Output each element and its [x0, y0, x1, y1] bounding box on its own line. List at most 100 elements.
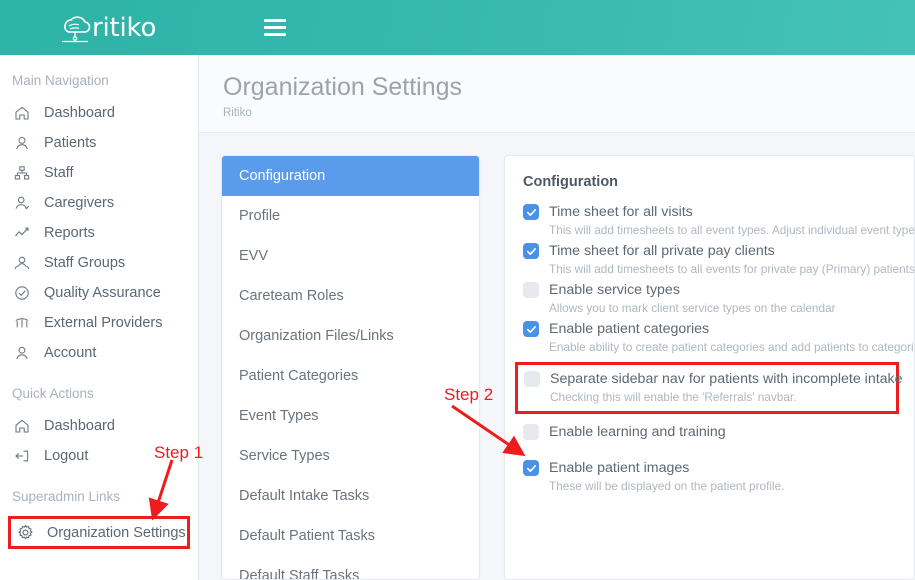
- config-label: Enable patient categories: [549, 321, 709, 337]
- checkbox-time-sheet-all-visits[interactable]: [523, 204, 539, 220]
- checkbox-time-sheet-private-pay[interactable]: [523, 243, 539, 259]
- sidebar-item-account[interactable]: Account: [0, 338, 198, 368]
- config-label: Enable service types: [549, 282, 680, 298]
- menu-item-label: Configuration: [239, 168, 325, 184]
- configuration-panel-title: Configuration: [523, 174, 914, 190]
- sidebar-item-label: Organization Settings: [47, 525, 186, 541]
- sidebar-item-caregivers[interactable]: Caregivers: [0, 188, 198, 218]
- config-label: Separate sidebar nav for patients with i…: [550, 371, 903, 387]
- sidebar-item-label: Dashboard: [44, 105, 115, 121]
- config-row-separate-sidebar-nav: Separate sidebar nav for patients with i…: [515, 362, 899, 414]
- menu-item-label: Organization Files/Links: [239, 328, 394, 344]
- brand-name: ritiko: [92, 13, 156, 43]
- config-label: Enable patient images: [549, 460, 689, 476]
- config-row-enable-learning-training: Enable learning and training: [523, 424, 914, 440]
- config-row-time-sheet-private-pay: Time sheet for all private pay clients T…: [523, 243, 914, 276]
- hamburger-icon[interactable]: [264, 19, 286, 36]
- sidebar-item-label: Staff Groups: [44, 255, 125, 271]
- menu-item-label: Service Types: [239, 448, 330, 464]
- settings-menu-item-evv[interactable]: EVV: [222, 236, 479, 276]
- config-label: Time sheet for all private pay clients: [549, 243, 775, 259]
- checkbox-enable-patient-categories[interactable]: [523, 321, 539, 337]
- home-icon: [14, 418, 40, 434]
- config-description: These will be displayed on the patient p…: [549, 479, 914, 493]
- gear-icon: [17, 524, 43, 541]
- settings-menu-item-default-intake-tasks[interactable]: Default Intake Tasks: [222, 476, 479, 516]
- page-title: Organization Settings: [223, 73, 915, 102]
- settings-menu-item-patient-categories[interactable]: Patient Categories: [222, 356, 479, 396]
- sidebar-item-label: Patients: [44, 135, 96, 151]
- sidebar-section-title-quick: Quick Actions: [0, 368, 198, 411]
- sidebar-item-external-providers[interactable]: External Providers: [0, 308, 198, 338]
- menu-item-label: Profile: [239, 208, 280, 224]
- home-icon: [14, 105, 40, 121]
- settings-menu-item-configuration[interactable]: Configuration: [222, 156, 479, 196]
- sidebar-item-label: Quality Assurance: [44, 285, 161, 301]
- menu-item-label: Careteam Roles: [239, 288, 344, 304]
- sidebar-item-label: Reports: [44, 225, 95, 241]
- menu-item-label: Event Types: [239, 408, 319, 424]
- user-check-icon: [14, 195, 40, 211]
- settings-menu-panel: Configuration Profile EVV Careteam Roles…: [221, 155, 480, 580]
- config-description: This will add timesheets to all event ty…: [549, 223, 914, 237]
- sidebar-item-patients[interactable]: Patients: [0, 128, 198, 158]
- users-group-icon: [14, 255, 40, 271]
- sidebar-item-staff-groups[interactable]: Staff Groups: [0, 248, 198, 278]
- config-description: Enable ability to create patient categor…: [549, 340, 914, 354]
- sidebar-item-reports[interactable]: Reports: [0, 218, 198, 248]
- network-icon: [14, 315, 40, 331]
- org-chart-icon: [14, 165, 40, 181]
- config-description: Allows you to mark client service types …: [549, 301, 914, 315]
- menu-item-label: EVV: [239, 248, 268, 264]
- line-chart-icon: [14, 225, 40, 241]
- config-label: Time sheet for all visits: [549, 204, 693, 220]
- checkbox-enable-service-types[interactable]: [523, 282, 539, 298]
- sidebar-section-title-main: Main Navigation: [0, 55, 198, 98]
- sidebar-item-quality-assurance[interactable]: Quality Assurance: [0, 278, 198, 308]
- checkbox-separate-sidebar-nav[interactable]: [524, 371, 540, 387]
- top-bar: ritiko: [0, 0, 915, 55]
- menu-item-label: Default Intake Tasks: [239, 488, 369, 504]
- cloud-icon: [58, 12, 92, 44]
- menu-item-label: Default Staff Tasks: [239, 568, 359, 580]
- sidebar-item-staff[interactable]: Staff: [0, 158, 198, 188]
- settings-menu-item-service-types[interactable]: Service Types: [222, 436, 479, 476]
- configuration-panel: Configuration Time sheet for all visits …: [504, 155, 915, 580]
- menu-item-label: Default Patient Tasks: [239, 528, 375, 544]
- sidebar-item-logout[interactable]: Logout: [0, 441, 198, 471]
- sidebar-item-quick-dashboard[interactable]: Dashboard: [0, 411, 198, 441]
- checkbox-enable-learning-training[interactable]: [523, 424, 539, 440]
- config-row-enable-patient-categories: Enable patient categories Enable ability…: [523, 321, 914, 354]
- sidebar-item-label: Caregivers: [44, 195, 114, 211]
- config-description: This will add timesheets to all events f…: [549, 262, 914, 276]
- sidebar-item-organization-settings[interactable]: Organization Settings: [8, 516, 190, 549]
- sidebar-item-dashboard[interactable]: Dashboard: [0, 98, 198, 128]
- config-row-enable-service-types: Enable service types Allows you to mark …: [523, 282, 914, 315]
- sidebar-item-label: Logout: [44, 448, 88, 464]
- main-content: Configuration Profile EVV Careteam Roles…: [199, 133, 915, 580]
- page-header: Organization Settings Ritiko: [199, 55, 915, 133]
- config-row-time-sheet-all-visits: Time sheet for all visits This will add …: [523, 204, 914, 237]
- menu-item-label: Patient Categories: [239, 368, 358, 384]
- page-subtitle: Ritiko: [223, 107, 915, 119]
- settings-menu-item-profile[interactable]: Profile: [222, 196, 479, 236]
- app-root: ritiko Main Navigation Dashboard Patient…: [0, 0, 915, 580]
- sidebar-section-title-superadmin: Superadmin Links: [0, 471, 198, 514]
- sidebar-item-label: External Providers: [44, 315, 162, 331]
- logout-icon: [14, 448, 40, 464]
- settings-menu-item-default-staff-tasks[interactable]: Default Staff Tasks: [222, 556, 479, 580]
- sidebar: Main Navigation Dashboard Patients Staff…: [0, 55, 199, 580]
- settings-menu-item-default-patient-tasks[interactable]: Default Patient Tasks: [222, 516, 479, 556]
- settings-menu-item-organization-files-links[interactable]: Organization Files/Links: [222, 316, 479, 356]
- user-circle-icon: [14, 135, 40, 151]
- checkbox-enable-patient-images[interactable]: [523, 460, 539, 476]
- config-row-enable-patient-images: Enable patient images These will be disp…: [523, 460, 914, 493]
- user-icon: [14, 345, 40, 361]
- brand-logo[interactable]: ritiko: [58, 12, 156, 44]
- config-label: Enable learning and training: [549, 424, 726, 440]
- settings-menu-item-careteam-roles[interactable]: Careteam Roles: [222, 276, 479, 316]
- settings-menu-item-event-types[interactable]: Event Types: [222, 396, 479, 436]
- sidebar-item-label: Account: [44, 345, 96, 361]
- check-circle-icon: [14, 285, 40, 301]
- sidebar-item-label: Staff: [44, 165, 74, 181]
